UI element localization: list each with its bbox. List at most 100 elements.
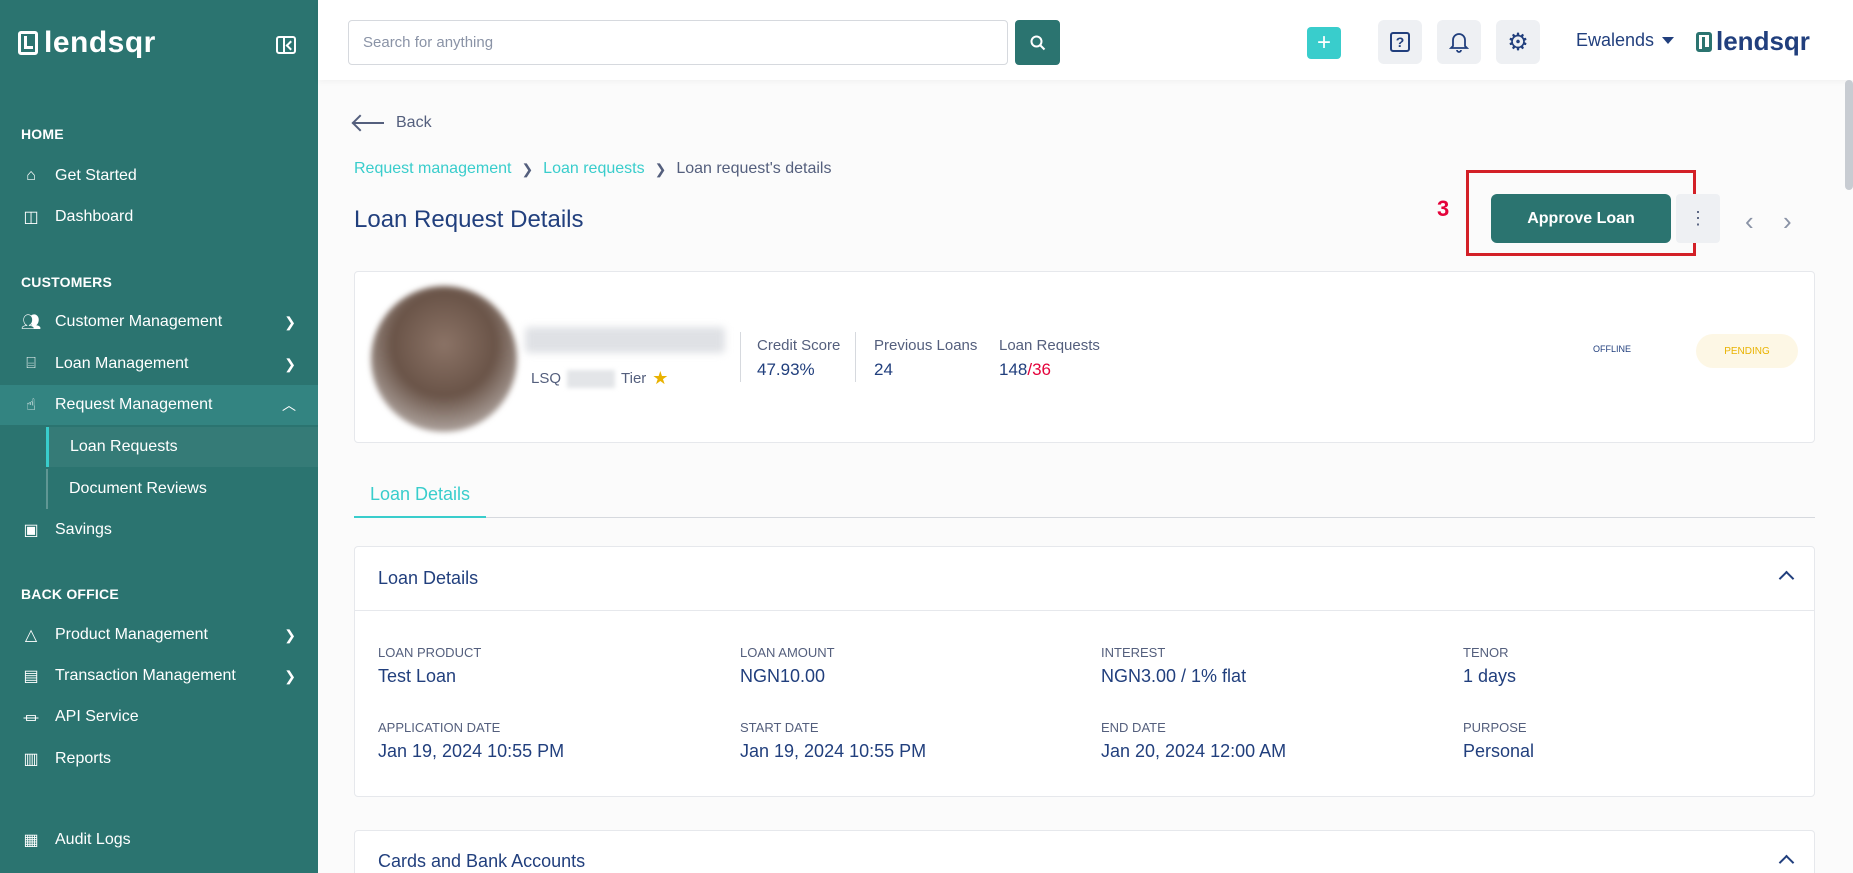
sidebar-item-customer-management[interactable]: 👥︎ Customer Management ❯	[0, 302, 318, 342]
field-label: INTEREST	[1101, 645, 1166, 660]
cards-bank-accounts-card: Cards and Bank Accounts	[354, 830, 1815, 873]
stat-value: 148/36	[999, 360, 1100, 380]
lendsqr-logo-icon	[1696, 31, 1712, 52]
profile-summary-card: LSQ Tier ★ Credit Score 47.93% Previous …	[354, 271, 1815, 443]
avatar	[371, 286, 517, 432]
dashboard-icon: ◫	[23, 209, 39, 226]
field-loan-amount: LOAN AMOUNT NGN10.00	[740, 645, 835, 687]
brand-logo: lendsqr	[1696, 26, 1810, 57]
help-button[interactable]: ?	[1378, 20, 1422, 64]
annotation-number: 3	[1437, 196, 1450, 221]
sidebar-item-loan-management[interactable]: ⌸ Loan Management ❯	[0, 344, 318, 384]
chevron-right-icon: ❯	[654, 160, 667, 177]
sidebar-item-product-management[interactable]: △ Product Management ❯	[0, 615, 318, 655]
sidebar-item-label: Loan Requests	[70, 438, 178, 455]
sidebar-item-transaction-management[interactable]: ▤ Transaction Management ❯	[0, 656, 318, 696]
institution-icon: ⏛	[22, 711, 39, 728]
status-offline: OFFLINE	[1593, 344, 1632, 354]
field-label: LOAN AMOUNT	[740, 645, 835, 660]
previous-button[interactable]: ‹	[1745, 206, 1754, 237]
user-name: Ewalends	[1576, 30, 1655, 50]
chevron-right-icon: ❯	[284, 667, 296, 684]
chevron-up-icon	[1778, 570, 1795, 587]
field-value: 1 days	[1463, 666, 1517, 686]
chevron-up-icon: ︿	[282, 397, 296, 413]
sidebar-item-label: Request Management	[55, 396, 213, 413]
field-label: TENOR	[1463, 645, 1509, 660]
top-bar: Search for anything + ? ⚙ Ewalends lends…	[318, 0, 1853, 80]
gear-icon: ⚙	[1507, 28, 1529, 56]
loan-requests-stat: Loan Requests 148/36	[999, 337, 1100, 380]
field-value: Personal	[1463, 741, 1535, 761]
tab-loan-details[interactable]: Loan Details	[354, 472, 486, 518]
redacted-customer-name	[525, 327, 725, 353]
sidebar-item-label: Dashboard	[55, 208, 134, 225]
back-link[interactable]: Back	[354, 114, 432, 132]
breadcrumb-request-management[interactable]: Request management	[354, 160, 511, 178]
cards-bank-accounts-header[interactable]: Cards and Bank Accounts	[355, 831, 1814, 873]
stat-value: 47.93%	[757, 360, 815, 379]
search-input[interactable]: Search for anything	[348, 20, 1008, 65]
help-icon: ?	[1390, 32, 1410, 52]
lsq-prefix: LSQ	[531, 370, 562, 387]
settings-button[interactable]: ⚙	[1496, 20, 1540, 64]
loan-details-header[interactable]: Loan Details	[355, 547, 1814, 611]
divider	[855, 332, 856, 382]
previous-loans-stat: Previous Loans 24	[874, 337, 977, 380]
sidebar-item-label: Transaction Management	[55, 667, 236, 684]
home-icon: ⌂	[26, 167, 36, 184]
sidebar-item-dashboard[interactable]: ◫ Dashboard	[0, 197, 318, 237]
chevron-up-icon	[1778, 854, 1795, 871]
field-start-date: START DATE Jan 19, 2024 10:55 PM	[740, 720, 926, 762]
stat-label: Previous Loans	[874, 337, 978, 354]
document-icon: ▤	[23, 668, 39, 685]
sidebar-item-reports[interactable]: ▥ Reports	[0, 739, 318, 779]
field-label: LOAN PRODUCT	[378, 645, 482, 660]
next-button[interactable]: ›	[1783, 206, 1792, 237]
field-label: APPLICATION DATE	[378, 720, 501, 735]
sidebar-item-label: Loan Management	[55, 355, 189, 372]
sidebar-item-label: Document Reviews	[69, 480, 207, 497]
hand-request-icon: ☝︎	[26, 397, 36, 414]
sidebar-logo[interactable]: lendsqr	[18, 26, 156, 60]
more-options-button[interactable]: ⋮	[1676, 194, 1720, 243]
page-scrollbar[interactable]	[1845, 80, 1853, 190]
search-button[interactable]	[1015, 20, 1060, 65]
sidebar-subitem-loan-requests[interactable]: Loan Requests	[46, 427, 318, 467]
section-customers: CUSTOMERS	[21, 274, 112, 290]
collapse-sidebar-icon[interactable]	[276, 36, 296, 54]
field-value: NGN10.00	[740, 666, 826, 686]
logo-text: lendsqr	[44, 26, 156, 59]
add-button[interactable]: +	[1307, 27, 1341, 59]
sidebar-item-label: Get Started	[55, 167, 137, 184]
star-icon: ★	[652, 368, 669, 388]
bank-icon: ⌸	[26, 355, 36, 372]
divider	[740, 332, 741, 382]
sidebar-item-api-service[interactable]: ⏛ API Service	[0, 697, 318, 737]
arrow-left-icon	[354, 122, 384, 124]
sidebar-subitem-document-reviews[interactable]: Document Reviews	[46, 469, 318, 509]
brand-text: lendsqr	[1716, 26, 1810, 56]
field-purpose: PURPOSE Personal	[1463, 720, 1534, 762]
user-menu[interactable]: Ewalends	[1576, 30, 1675, 51]
breadcrumb-loan-requests[interactable]: Loan requests	[543, 160, 644, 178]
customer-id-tier: LSQ Tier ★	[531, 368, 668, 389]
chevron-right-icon: ❯	[521, 160, 534, 177]
breadcrumb-current: Loan request's details	[676, 160, 832, 177]
sidebar-item-savings[interactable]: ▣ Savings	[0, 510, 318, 550]
sidebar-item-label: Customer Management	[55, 313, 223, 330]
section-home: HOME	[21, 126, 64, 142]
field-value: Jan 19, 2024 10:55 PM	[378, 741, 565, 761]
sidebar-item-get-started[interactable]: ⌂ Get Started	[0, 156, 318, 196]
field-value: Jan 20, 2024 12:00 AM	[1101, 741, 1287, 761]
field-end-date: END DATE Jan 20, 2024 12:00 AM	[1101, 720, 1286, 762]
shapes-icon: △	[24, 627, 38, 644]
chevron-left-icon: ‹	[1745, 206, 1754, 236]
notifications-button[interactable]	[1437, 20, 1481, 64]
sidebar-item-request-management[interactable]: ☝︎ Request Management ︿	[0, 385, 318, 425]
sidebar-item-label: Reports	[55, 750, 112, 767]
approve-loan-button[interactable]: Approve Loan	[1491, 194, 1671, 243]
loan-requests-count: 148	[999, 360, 1028, 379]
caret-down-icon	[1662, 37, 1675, 44]
sidebar-item-audit-logs[interactable]: ▦ Audit Logs	[0, 820, 318, 860]
